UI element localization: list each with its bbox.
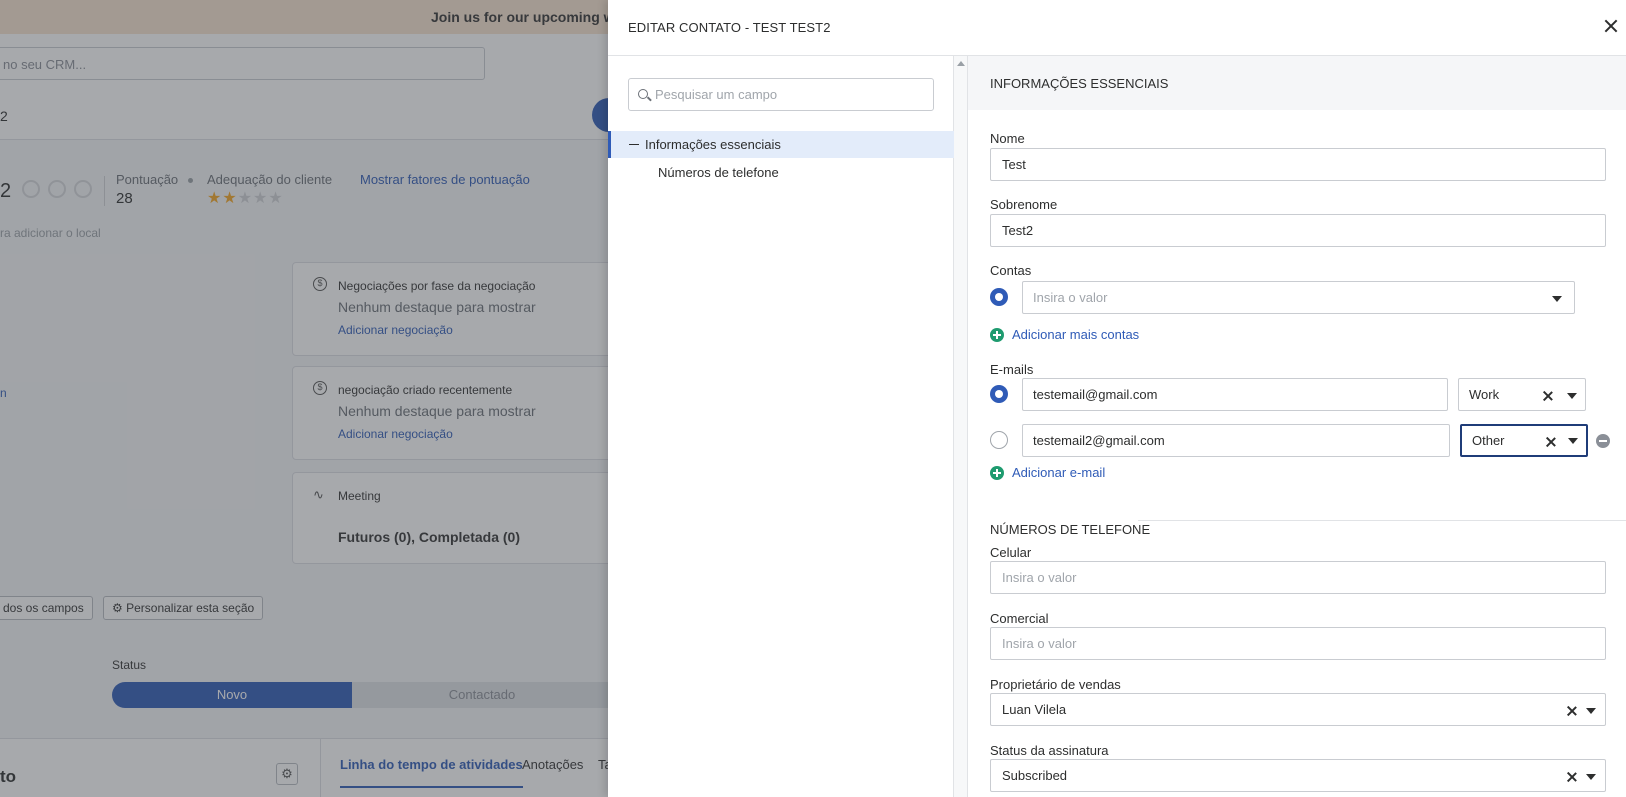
mobile-label: Celular	[990, 545, 1032, 560]
last-name-field[interactable]: Test2	[990, 214, 1606, 247]
last-name-label: Sobrenome	[990, 197, 1058, 212]
email-type-select-1[interactable]: Work	[1458, 378, 1586, 411]
accounts-label: Contas	[990, 263, 1032, 278]
field-search-box[interactable]	[628, 78, 934, 111]
clear-icon[interactable]	[1546, 437, 1556, 447]
section-header-essential: INFORMAÇÕES ESSENCIAIS	[968, 56, 1626, 110]
subscription-status-value: Subscribed	[1002, 768, 1068, 783]
add-email-label: Adicionar e-mail	[1012, 465, 1106, 480]
contact-form: INFORMAÇÕES ESSENCIAIS Nome Test Sobreno…	[968, 56, 1626, 797]
sales-owner-select[interactable]: Luan Vilela	[990, 693, 1606, 726]
field-navigation: Informações essenciais Números de telefo…	[608, 56, 954, 797]
add-accounts-label: Adicionar mais contas	[1012, 327, 1140, 342]
accounts-select[interactable]: Insira o valor	[1022, 281, 1575, 314]
chevron-down-icon[interactable]	[1586, 708, 1596, 714]
business-phone-field[interactable]: Insira o valor	[990, 627, 1606, 660]
divider	[1138, 520, 1626, 521]
phone-section-title: NÚMEROS DE TELEFONE	[990, 522, 1151, 537]
sales-owner-label: Proprietário de vendas	[990, 677, 1121, 692]
chevron-down-icon[interactable]	[1567, 393, 1577, 399]
sales-owner-value: Luan Vilela	[1002, 702, 1067, 717]
nav-item-essential-info[interactable]: Informações essenciais	[608, 131, 954, 158]
nav-item-label: Informações essenciais	[645, 137, 781, 152]
email-type-value: Work	[1469, 387, 1500, 402]
panel-title: EDITAR CONTATO - TEST TEST2	[628, 20, 831, 35]
subscription-status-label: Status da assinatura	[990, 743, 1109, 758]
field-search-input[interactable]	[655, 79, 925, 110]
panel-header: EDITAR CONTATO - TEST TEST2	[608, 0, 1626, 56]
email-type-select-2[interactable]: Other	[1460, 424, 1588, 457]
search-icon	[638, 89, 648, 99]
email-field-2[interactable]: testemail2@gmail.com	[1022, 424, 1450, 457]
email-primary-radio[interactable]	[990, 431, 1008, 449]
account-primary-radio[interactable]	[990, 288, 1008, 306]
first-name-field[interactable]: Test	[990, 148, 1606, 181]
plus-icon	[990, 465, 1004, 480]
nav-item-phone-numbers[interactable]: Números de telefone	[658, 165, 779, 180]
chevron-down-icon[interactable]	[1586, 774, 1596, 780]
collapse-icon[interactable]	[629, 144, 639, 145]
accounts-placeholder: Insira o valor	[1033, 290, 1108, 305]
chevron-down-icon	[1552, 296, 1562, 302]
remove-email-icon[interactable]	[1596, 434, 1610, 448]
section-title: INFORMAÇÕES ESSENCIAIS	[990, 76, 1169, 91]
clear-icon[interactable]	[1567, 706, 1577, 716]
edit-contact-panel: EDITAR CONTATO - TEST TEST2 Informações …	[608, 0, 1626, 797]
subscription-status-select[interactable]: Subscribed	[990, 759, 1606, 792]
plus-icon	[990, 327, 1004, 342]
clear-icon[interactable]	[1543, 391, 1553, 401]
modal-overlay[interactable]	[0, 0, 608, 797]
add-accounts-link[interactable]: Adicionar mais contas	[990, 327, 1139, 342]
email-type-value: Other	[1472, 433, 1505, 448]
clear-icon[interactable]	[1567, 772, 1577, 782]
email-field-1[interactable]: testemail@gmail.com	[1022, 378, 1448, 411]
email-primary-radio[interactable]	[990, 385, 1008, 403]
first-name-label: Nome	[990, 131, 1025, 146]
business-phone-label: Comercial	[990, 611, 1049, 626]
mobile-field[interactable]: Insira o valor	[990, 561, 1606, 594]
chevron-down-icon[interactable]	[1568, 438, 1578, 444]
scrollbar[interactable]	[954, 56, 968, 797]
add-email-link[interactable]: Adicionar e-mail	[990, 465, 1105, 480]
scroll-up-icon[interactable]	[957, 61, 965, 66]
close-icon[interactable]	[1602, 18, 1620, 36]
emails-label: E-mails	[990, 362, 1034, 377]
